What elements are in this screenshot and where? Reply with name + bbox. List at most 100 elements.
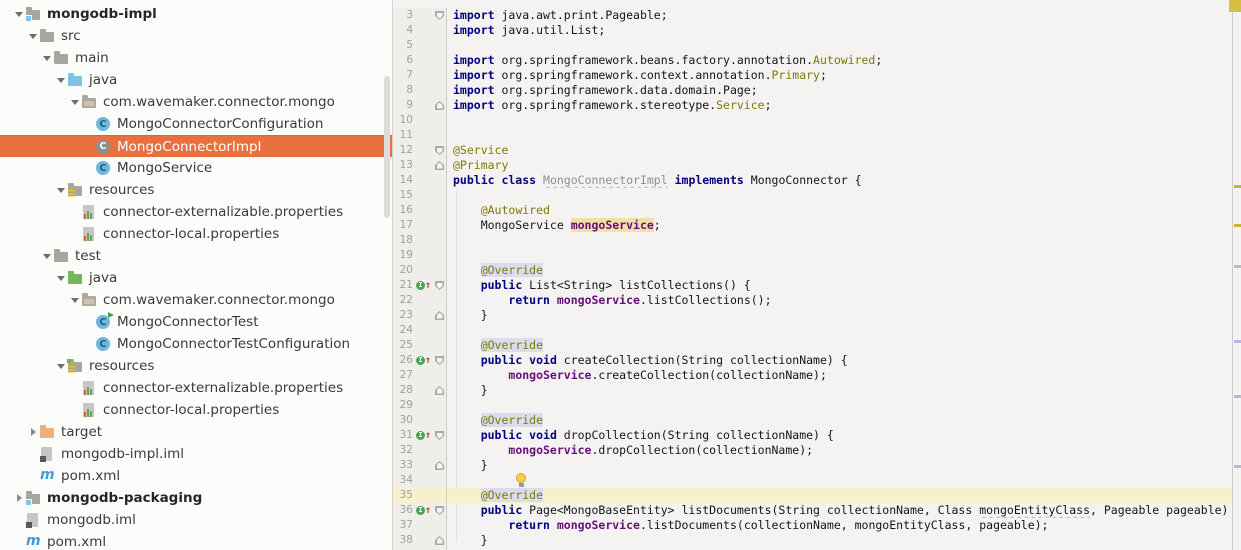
inspection-indicator[interactable] (1229, 0, 1241, 12)
code-line-14[interactable]: 14public class MongoConnectorImpl implem… (393, 173, 1241, 188)
tree-item-mongodb-impl[interactable]: mongodb-impl (0, 3, 392, 25)
code-line-37[interactable]: 37 return mongoService.listDocuments(col… (393, 518, 1241, 533)
fold-marker-icon[interactable] (433, 383, 446, 398)
chevron-down-icon[interactable] (54, 78, 68, 83)
code-line-20[interactable]: 20 @Override (393, 263, 1241, 278)
code-line-35[interactable]: 35 @Override (393, 488, 1241, 503)
tree-item-mongoservice[interactable]: CMongoService (0, 157, 392, 179)
tree-item-resources[interactable]: resources (0, 355, 392, 377)
code-line-22[interactable]: 22 return mongoService.listCollections()… (393, 293, 1241, 308)
error-stripe[interactable] (1232, 0, 1241, 550)
code-line-17[interactable]: 17 MongoService mongoService; (393, 218, 1241, 233)
code-line-9[interactable]: 9import org.springframework.stereotype.S… (393, 98, 1241, 113)
code-line-27[interactable]: 27 mongoService.createCollection(collect… (393, 368, 1241, 383)
chevron-down-icon[interactable] (68, 100, 82, 105)
code-line-25[interactable]: 25 @Override (393, 338, 1241, 353)
code-line-34[interactable]: 34 (393, 473, 1241, 488)
fold-marker-icon[interactable] (433, 143, 446, 158)
chevron-down-icon[interactable] (26, 34, 40, 39)
code-line-26[interactable]: 26I↑ public void createCollection(String… (393, 353, 1241, 368)
tree-item-com-wavemaker-connector-mongo[interactable]: com.wavemaker.connector.mongo (0, 289, 392, 311)
code-line-24[interactable]: 24 (393, 323, 1241, 338)
tree-item-resources[interactable]: resources (0, 179, 392, 201)
tree-item-mongoconnectortest[interactable]: CMongoConnectorTest (0, 311, 392, 333)
tree-item-mongoconnectorconfiguration[interactable]: CMongoConnectorConfiguration (0, 113, 392, 135)
tree-item-java[interactable]: java (0, 267, 392, 289)
tree-item-connector-externalizable-properties[interactable]: connector-externalizable.properties (0, 201, 392, 223)
overrides-method-gutter-icon[interactable]: I↑ (413, 503, 433, 518)
code-line-4[interactable]: 4import java.util.List; (393, 23, 1241, 38)
code-line-10[interactable]: 10 (393, 113, 1241, 128)
stripe-mark-warning[interactable] (1234, 224, 1241, 227)
code-line-29[interactable]: 29 (393, 398, 1241, 413)
fold-marker-icon[interactable] (433, 158, 446, 173)
tree-item-connector-externalizable-properties[interactable]: connector-externalizable.properties (0, 377, 392, 399)
chevron-down-icon[interactable] (12, 12, 26, 17)
code-line-7[interactable]: 7import org.springframework.context.anno… (393, 68, 1241, 83)
tree-item-main[interactable]: main (0, 47, 392, 69)
code-line-8[interactable]: 8import org.springframework.data.domain.… (393, 83, 1241, 98)
tree-item-connector-local-properties[interactable]: connector-local.properties (0, 399, 392, 421)
code-line-36[interactable]: 36I↑ public Page<MongoBaseEntity> listDo… (393, 503, 1241, 518)
tree-item-test[interactable]: test (0, 245, 392, 267)
code-line-21[interactable]: 21I↑ public List<String> listCollections… (393, 278, 1241, 293)
code-line-5[interactable]: 5 (393, 38, 1241, 53)
chevron-down-icon[interactable] (68, 298, 82, 303)
tree-item-com-wavemaker-connector-mongo[interactable]: com.wavemaker.connector.mongo (0, 91, 392, 113)
tree-item-mongodb-impl-iml[interactable]: mongodb-impl.iml (0, 443, 392, 465)
fold-marker-icon[interactable] (433, 308, 446, 323)
chevron-down-icon[interactable] (40, 254, 54, 259)
chevron-down-icon[interactable] (54, 364, 68, 369)
chevron-right-icon[interactable] (26, 428, 40, 436)
tree-item-mongodb-packaging[interactable]: mongodb-packaging (0, 487, 392, 509)
stripe-mark-info[interactable] (1234, 265, 1241, 268)
fold-marker-icon[interactable] (433, 503, 446, 518)
code-line-13[interactable]: 13@Primary (393, 158, 1241, 173)
tree-scrollbar-thumb[interactable] (384, 76, 390, 218)
intention-bulb-icon[interactable] (516, 473, 527, 487)
code-line-6[interactable]: 6import org.springframework.beans.factor… (393, 53, 1241, 68)
tree-item-connector-local-properties[interactable]: connector-local.properties (0, 223, 392, 245)
code-line-3[interactable]: 3import java.awt.print.Pageable; (393, 8, 1241, 23)
code-line-16[interactable]: 16 @Autowired (393, 203, 1241, 218)
tree-item-pom-xml[interactable]: mpom.xml (0, 465, 392, 487)
code-line-15[interactable]: 15 (393, 188, 1241, 203)
tree-item-target[interactable]: target (0, 421, 392, 443)
overrides-method-gutter-icon[interactable]: I↑ (413, 428, 433, 443)
fold-marker-icon[interactable] (433, 428, 446, 443)
stripe-mark-info[interactable] (1234, 340, 1241, 343)
code-line-32[interactable]: 32 mongoService.dropCollection(collectio… (393, 443, 1241, 458)
overrides-method-gutter-icon[interactable]: I↑ (413, 278, 433, 293)
tree-item-java[interactable]: java (0, 69, 392, 91)
fold-marker-icon[interactable] (433, 458, 446, 473)
tree-item-src[interactable]: src (0, 25, 392, 47)
code-line-31[interactable]: 31I↑ public void dropCollection(String c… (393, 428, 1241, 443)
code-line-38[interactable]: 38 } (393, 533, 1241, 548)
code-line-18[interactable]: 18 (393, 233, 1241, 248)
stripe-mark-warning[interactable] (1234, 185, 1241, 188)
code-line-23[interactable]: 23 } (393, 308, 1241, 323)
code-line-30[interactable]: 30 @Override (393, 413, 1241, 428)
fold-marker-icon[interactable] (433, 353, 446, 368)
code-line-11[interactable]: 11 (393, 128, 1241, 143)
editor-panel[interactable]: 3import java.awt.print.Pageable;4import … (393, 0, 1241, 550)
code-line-12[interactable]: 12@Service (393, 143, 1241, 158)
chevron-down-icon[interactable] (40, 56, 54, 61)
code-line-19[interactable]: 19 (393, 248, 1241, 263)
tree-item-pom-xml[interactable]: mpom.xml (0, 531, 392, 550)
fold-marker-icon[interactable] (433, 278, 446, 293)
chevron-down-icon[interactable] (54, 188, 68, 193)
fold-marker-icon[interactable] (433, 533, 446, 548)
stripe-mark-info[interactable] (1234, 465, 1241, 468)
tree-item-mongodb-iml[interactable]: mongodb.iml (0, 509, 392, 531)
fold-marker-icon[interactable] (433, 98, 446, 113)
fold-marker-icon[interactable] (433, 8, 446, 23)
code-line-28[interactable]: 28 } (393, 383, 1241, 398)
chevron-down-icon[interactable] (54, 276, 68, 281)
tree-item-mongoconnectortestconfiguration[interactable]: CMongoConnectorTestConfiguration (0, 333, 392, 355)
tree-item-mongoconnectorimpl[interactable]: CMongoConnectorImpl (0, 135, 392, 157)
code-line-33[interactable]: 33 } (393, 458, 1241, 473)
overrides-method-gutter-icon[interactable]: I↑ (413, 353, 433, 368)
chevron-right-icon[interactable] (12, 494, 26, 502)
stripe-mark-info[interactable] (1234, 395, 1241, 398)
